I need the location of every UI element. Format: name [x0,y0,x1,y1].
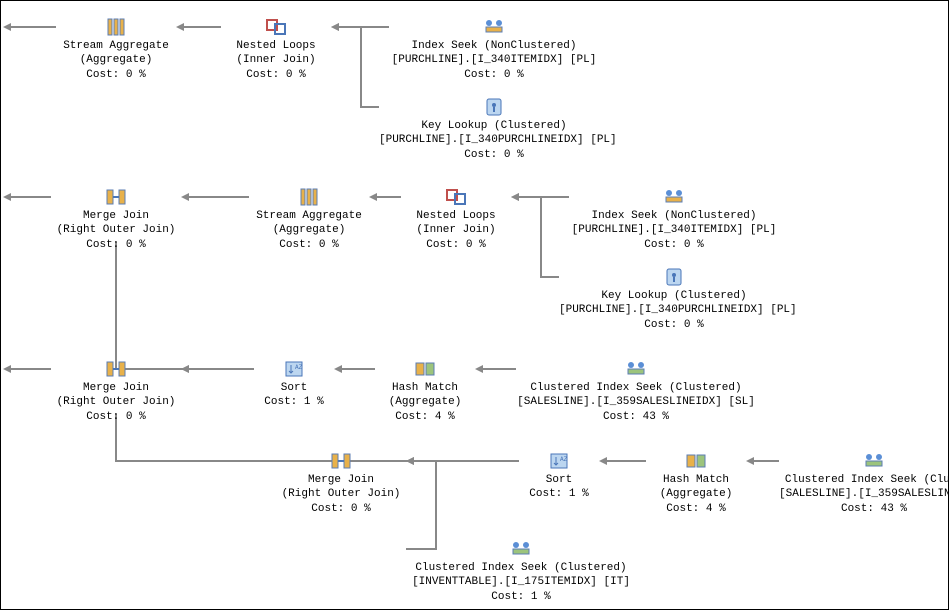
node-label: (Right Outer Join) [51,395,181,409]
node-label: Cost: 4 % [375,410,475,424]
clustered-index-seek-icon [862,451,886,471]
plan-node-n2[interactable]: Nested Loops(Inner Join)Cost: 0 % [221,17,331,82]
node-label: Clustered Index Seek (Clustered) [406,561,636,575]
plan-node-n1[interactable]: Stream Aggregate(Aggregate)Cost: 0 % [56,17,176,82]
plan-node-n14[interactable]: Merge Join(Right Outer Join)Cost: 0 % [276,451,406,516]
node-label: (Aggregate) [249,223,369,237]
merge-join-icon [104,359,128,379]
node-label: Cost: 43 % [516,410,756,424]
node-label: Key Lookup (Clustered) [379,119,609,133]
plan-node-n18[interactable]: Clustered Index Seek (Clustered)[INVENTT… [406,539,636,604]
node-label: Merge Join [51,381,181,395]
node-label: Cost: 4 % [646,502,746,516]
node-label: (Right Outer Join) [51,223,181,237]
node-label: Cost: 0 % [51,238,181,252]
plan-node-n6[interactable]: Stream Aggregate(Aggregate)Cost: 0 % [249,187,369,252]
node-label: Merge Join [276,473,406,487]
sort-icon: AZ [282,359,306,379]
node-label: Cost: 0 % [56,68,176,82]
node-label: (Aggregate) [646,487,746,501]
node-label: [SALESLINE].[I_359SALESLINEIDX] [SL] [516,395,756,409]
node-label: (Right Outer Join) [276,487,406,501]
node-label: Hash Match [646,473,746,487]
node-label: (Aggregate) [56,53,176,67]
node-label: [SALESLINE].[I_359SALESLINEID [779,487,949,501]
merge-join-icon [329,451,353,471]
node-label: (Inner Join) [221,53,331,67]
node-label: Cost: 1 % [406,590,636,604]
node-label: [PURCHLINE].[I_340PURCHLINEIDX] [PL] [559,303,789,317]
index-seek-icon [482,17,506,37]
node-label: [INVENTTABLE].[I_175ITEMIDX] [IT] [406,575,636,589]
query-plan-canvas: Stream Aggregate(Aggregate)Cost: 0 %Nest… [0,0,949,610]
plan-node-n17[interactable]: Clustered Index Seek (Clust[SALESLINE].[… [779,451,949,516]
node-label: Cost: 0 % [51,410,181,424]
node-label: Cost: 1 % [519,487,599,501]
clustered-index-seek-icon [509,539,533,559]
svg-text:AZ: AZ [295,364,303,371]
nested-loops-icon [444,187,468,207]
node-label: Cost: 0 % [559,318,789,332]
plan-node-n10[interactable]: Merge Join(Right Outer Join)Cost: 0 % [51,359,181,424]
node-label: Cost: 0 % [379,148,609,162]
node-label: Cost: 0 % [249,238,369,252]
plan-node-n7[interactable]: Nested Loops(Inner Join)Cost: 0 % [401,187,511,252]
plan-node-n12[interactable]: Hash Match(Aggregate)Cost: 4 % [375,359,475,424]
node-label: Key Lookup (Clustered) [559,289,789,303]
key-lookup-icon [482,97,506,117]
node-label: Clustered Index Seek (Clustered) [516,381,756,395]
stream-aggregate-icon [104,17,128,37]
plan-node-n3[interactable]: Index Seek (NonClustered)[PURCHLINE].[I_… [389,17,599,82]
plan-node-n9[interactable]: Key Lookup (Clustered)[PURCHLINE].[I_340… [559,267,789,332]
node-label: Sort [254,381,334,395]
node-label: [PURCHLINE].[I_340ITEMIDX] [PL] [569,223,779,237]
node-label: Cost: 0 % [389,68,599,82]
hash-match-icon [684,451,708,471]
nested-loops-icon [264,17,288,37]
merge-join-icon [104,187,128,207]
node-label: Merge Join [51,209,181,223]
sort-icon: AZ [547,451,571,471]
node-label: Index Seek (NonClustered) [389,39,599,53]
node-label: (Aggregate) [375,395,475,409]
plan-node-n5[interactable]: Merge Join(Right Outer Join)Cost: 0 % [51,187,181,252]
node-label: Cost: 0 % [276,502,406,516]
node-label: [PURCHLINE].[I_340ITEMIDX] [PL] [389,53,599,67]
key-lookup-icon [662,267,686,287]
svg-text:AZ: AZ [560,456,568,463]
plan-node-n4[interactable]: Key Lookup (Clustered)[PURCHLINE].[I_340… [379,97,609,162]
index-seek-icon [662,187,686,207]
node-label: Nested Loops [221,39,331,53]
node-label: Cost: 0 % [401,238,511,252]
node-label: Cost: 43 % [779,502,949,516]
node-label: Index Seek (NonClustered) [569,209,779,223]
node-label: [PURCHLINE].[I_340PURCHLINEIDX] [PL] [379,133,609,147]
node-label: Cost: 0 % [221,68,331,82]
node-label: (Inner Join) [401,223,511,237]
node-label: Hash Match [375,381,475,395]
clustered-index-seek-icon [624,359,648,379]
node-label: Cost: 1 % [254,395,334,409]
plan-node-n15[interactable]: AZ SortCost: 1 % [519,451,599,502]
plan-node-n8[interactable]: Index Seek (NonClustered)[PURCHLINE].[I_… [569,187,779,252]
node-label: Clustered Index Seek (Clust [779,473,949,487]
plan-node-n11[interactable]: AZ SortCost: 1 % [254,359,334,410]
node-label: Sort [519,473,599,487]
plan-node-n16[interactable]: Hash Match(Aggregate)Cost: 4 % [646,451,746,516]
node-label: Cost: 0 % [569,238,779,252]
node-label: Nested Loops [401,209,511,223]
node-label: Stream Aggregate [249,209,369,223]
plan-node-n13[interactable]: Clustered Index Seek (Clustered)[SALESLI… [516,359,756,424]
node-label: Stream Aggregate [56,39,176,53]
stream-aggregate-icon [297,187,321,207]
connections-layer [1,1,949,610]
hash-match-icon [413,359,437,379]
